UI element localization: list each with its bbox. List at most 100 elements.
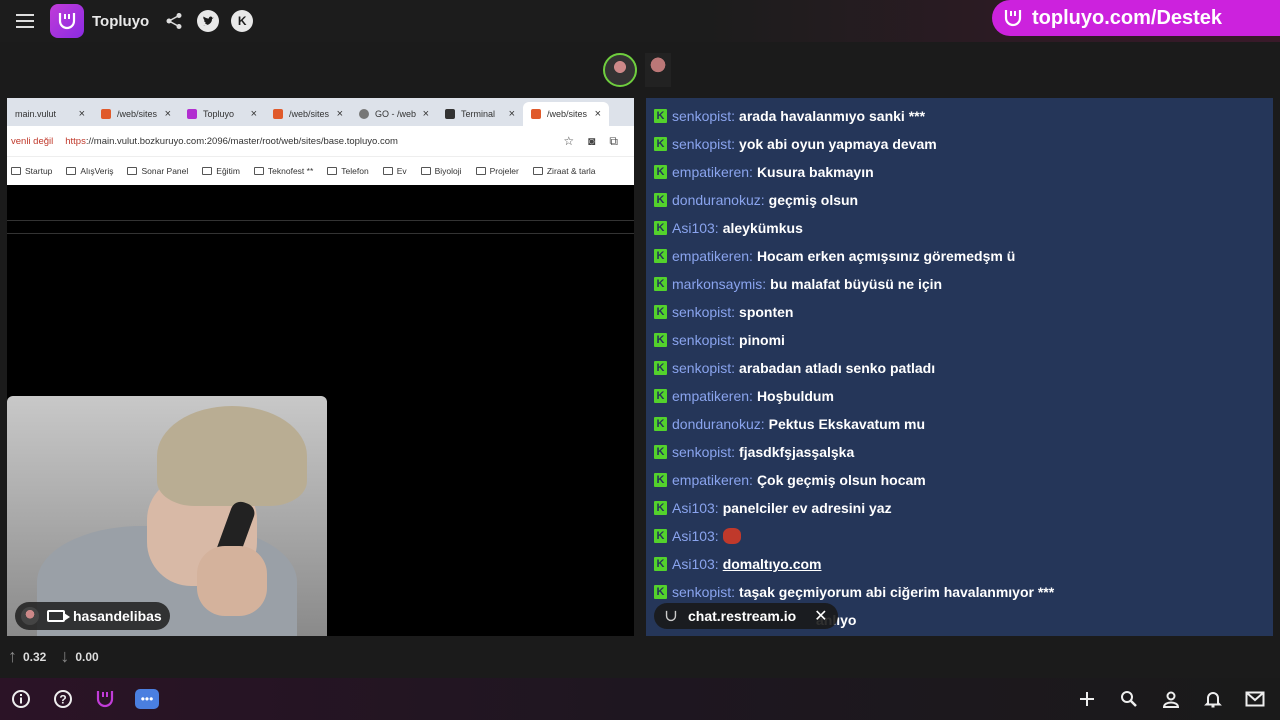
chat-username[interactable]: markonsaymis: bbox=[672, 276, 766, 292]
screen-share: main.vulut × /web/sites × Topluyo × /web/si… bbox=[7, 98, 634, 636]
messages-button[interactable] bbox=[1234, 678, 1276, 720]
help-icon: ? bbox=[54, 690, 72, 708]
webcam-feed[interactable]: hasandelibas bbox=[7, 396, 327, 636]
avatar[interactable] bbox=[645, 53, 671, 87]
kick-icon: K bbox=[654, 305, 667, 319]
tab-label: /web/sites bbox=[289, 109, 330, 119]
notifications-button[interactable] bbox=[1192, 678, 1234, 720]
chat-username[interactable]: empatikeren: bbox=[672, 248, 753, 264]
share-button[interactable] bbox=[163, 10, 185, 32]
brand-logo[interactable] bbox=[50, 4, 84, 38]
chat-username[interactable]: donduranokuz: bbox=[672, 416, 765, 432]
url-rest: ://main.vulut.bozkuruyo.com:2096/master/… bbox=[85, 135, 398, 147]
profile-button[interactable] bbox=[1150, 678, 1192, 720]
promo-banner[interactable]: topluyo.com/Destek bbox=[992, 0, 1280, 36]
shared-browser: main.vulut × /web/sites × Topluyo × /web/si… bbox=[7, 98, 634, 185]
chat-text: Hoşbuldum bbox=[756, 388, 834, 404]
search-icon bbox=[1121, 691, 1137, 707]
streamer-name-tag[interactable]: hasandelibas bbox=[15, 602, 170, 630]
mail-icon bbox=[1245, 691, 1265, 707]
kick-icon: K bbox=[654, 389, 667, 403]
chat-source-badge: chat.restream.io ✕ bbox=[654, 603, 838, 629]
browser-tab: Topluyo × bbox=[179, 102, 265, 126]
chat-message: Ksenkopist: arada havalanmıyo sanki *** bbox=[646, 102, 1273, 130]
chat-username[interactable]: empatikeren: bbox=[672, 388, 753, 404]
address-bar: venli değil https://main.vulut.bozkuruyo… bbox=[7, 126, 634, 156]
avatar-active[interactable] bbox=[603, 53, 637, 87]
chat-username[interactable]: senkopist: bbox=[672, 108, 735, 124]
extension-icon: ⧉ bbox=[609, 133, 618, 148]
folder-icon bbox=[202, 167, 213, 175]
brand-name[interactable]: Topluyo bbox=[92, 13, 149, 30]
chat-text: taşak geçmiyorum abi ciğerim havalanmıyo… bbox=[739, 584, 1055, 600]
folder-icon bbox=[11, 167, 21, 175]
download-value: 0.00 bbox=[75, 649, 99, 664]
chat-username[interactable]: senkopist: bbox=[672, 304, 735, 320]
bookmark-label: Teknofest ** bbox=[267, 166, 314, 176]
chat-username[interactable]: donduranokuz: bbox=[672, 192, 765, 208]
chat-username[interactable]: senkopist: bbox=[672, 332, 735, 348]
arrow-down-icon: ↓ bbox=[60, 646, 70, 666]
chat-username[interactable]: Asi103: bbox=[672, 528, 719, 544]
browser-tab: /web/sites × bbox=[265, 102, 351, 126]
kick-icon: K bbox=[654, 109, 667, 123]
chat-message: Ksenkopist: sponten bbox=[646, 298, 1273, 326]
bookmark-label: Startup bbox=[25, 166, 53, 176]
chat-username[interactable]: senkopist: bbox=[672, 444, 735, 460]
browser-tab: GO - /web × bbox=[351, 102, 437, 126]
search-button[interactable] bbox=[1108, 678, 1150, 720]
kick-icon: K bbox=[654, 529, 667, 543]
chat-message: Kdonduranokuz: geçmiş olsun bbox=[646, 186, 1273, 214]
emote-icon bbox=[722, 528, 741, 544]
kick-button[interactable]: K bbox=[231, 10, 254, 32]
participant-avatars bbox=[603, 53, 671, 87]
add-button[interactable] bbox=[1066, 678, 1108, 720]
chat-username[interactable]: empatikeren: bbox=[672, 472, 753, 488]
chat-username[interactable]: senkopist: bbox=[672, 360, 735, 376]
help-button[interactable]: ? bbox=[42, 678, 84, 720]
close-icon[interactable]: ✕ bbox=[814, 606, 827, 626]
chat-message: Kmarkonsaymis: bu malafat büyüsü ne için bbox=[646, 270, 1273, 298]
chat-username[interactable]: empatikeren: bbox=[672, 164, 753, 180]
user-icon bbox=[1162, 691, 1180, 708]
folder-icon bbox=[475, 167, 486, 175]
chat-source-label: chat.restream.io bbox=[688, 608, 797, 624]
smile-icon bbox=[58, 13, 76, 30]
tab-label: /web/sites bbox=[547, 109, 588, 119]
bell-icon bbox=[1204, 692, 1222, 708]
chat-message: K Asi103: domaltıyo.com bbox=[646, 550, 1273, 578]
camera-icon: ◙ bbox=[588, 133, 596, 148]
bitrate-stats: ↑ 0.32 ↓ 0.00 bbox=[8, 646, 99, 667]
security-warning: venli değil bbox=[11, 135, 54, 147]
browser-tab-active: /web/sites × bbox=[523, 102, 609, 126]
chat-text: fjasdkfşjasşalşka bbox=[739, 444, 855, 460]
chat-username[interactable]: senkopist: bbox=[672, 136, 735, 152]
terminal-icon bbox=[445, 109, 455, 119]
chat-link[interactable]: domaltıyo.com bbox=[723, 556, 822, 572]
bookmark-label: Biyoloji bbox=[434, 166, 462, 176]
bookmark: Startup bbox=[11, 166, 52, 176]
menu-icon bbox=[16, 14, 34, 28]
bookmark: Ev bbox=[382, 166, 407, 176]
favicon bbox=[187, 109, 197, 119]
info-button[interactable] bbox=[0, 678, 42, 720]
twitter-button[interactable] bbox=[197, 10, 220, 32]
close-icon: × bbox=[250, 108, 257, 120]
promo-link[interactable]: topluyo.com/Destek bbox=[1032, 7, 1222, 30]
bookmark-label: Ziraat & tarla bbox=[546, 166, 596, 176]
chat-button[interactable]: ••• bbox=[126, 678, 168, 720]
chat-text: Pektus Ekskavatum mu bbox=[768, 416, 926, 432]
chat-username[interactable]: senkopist: bbox=[672, 584, 735, 600]
menu-button[interactable] bbox=[0, 0, 50, 42]
bookmark-label: Projeler bbox=[489, 166, 519, 176]
bookmark: Eğitim bbox=[202, 166, 240, 176]
chat-username[interactable]: Asi103: bbox=[672, 220, 719, 236]
kick-icon: K bbox=[654, 501, 667, 515]
close-icon: × bbox=[422, 108, 429, 120]
chat-username[interactable]: Asi103: bbox=[672, 556, 719, 572]
chat-username[interactable]: Asi103: bbox=[672, 500, 719, 516]
close-icon: × bbox=[508, 108, 515, 120]
bottom-bar: ? ••• bbox=[0, 678, 1280, 720]
favicon bbox=[101, 109, 111, 119]
topluyo-button[interactable] bbox=[84, 678, 126, 720]
